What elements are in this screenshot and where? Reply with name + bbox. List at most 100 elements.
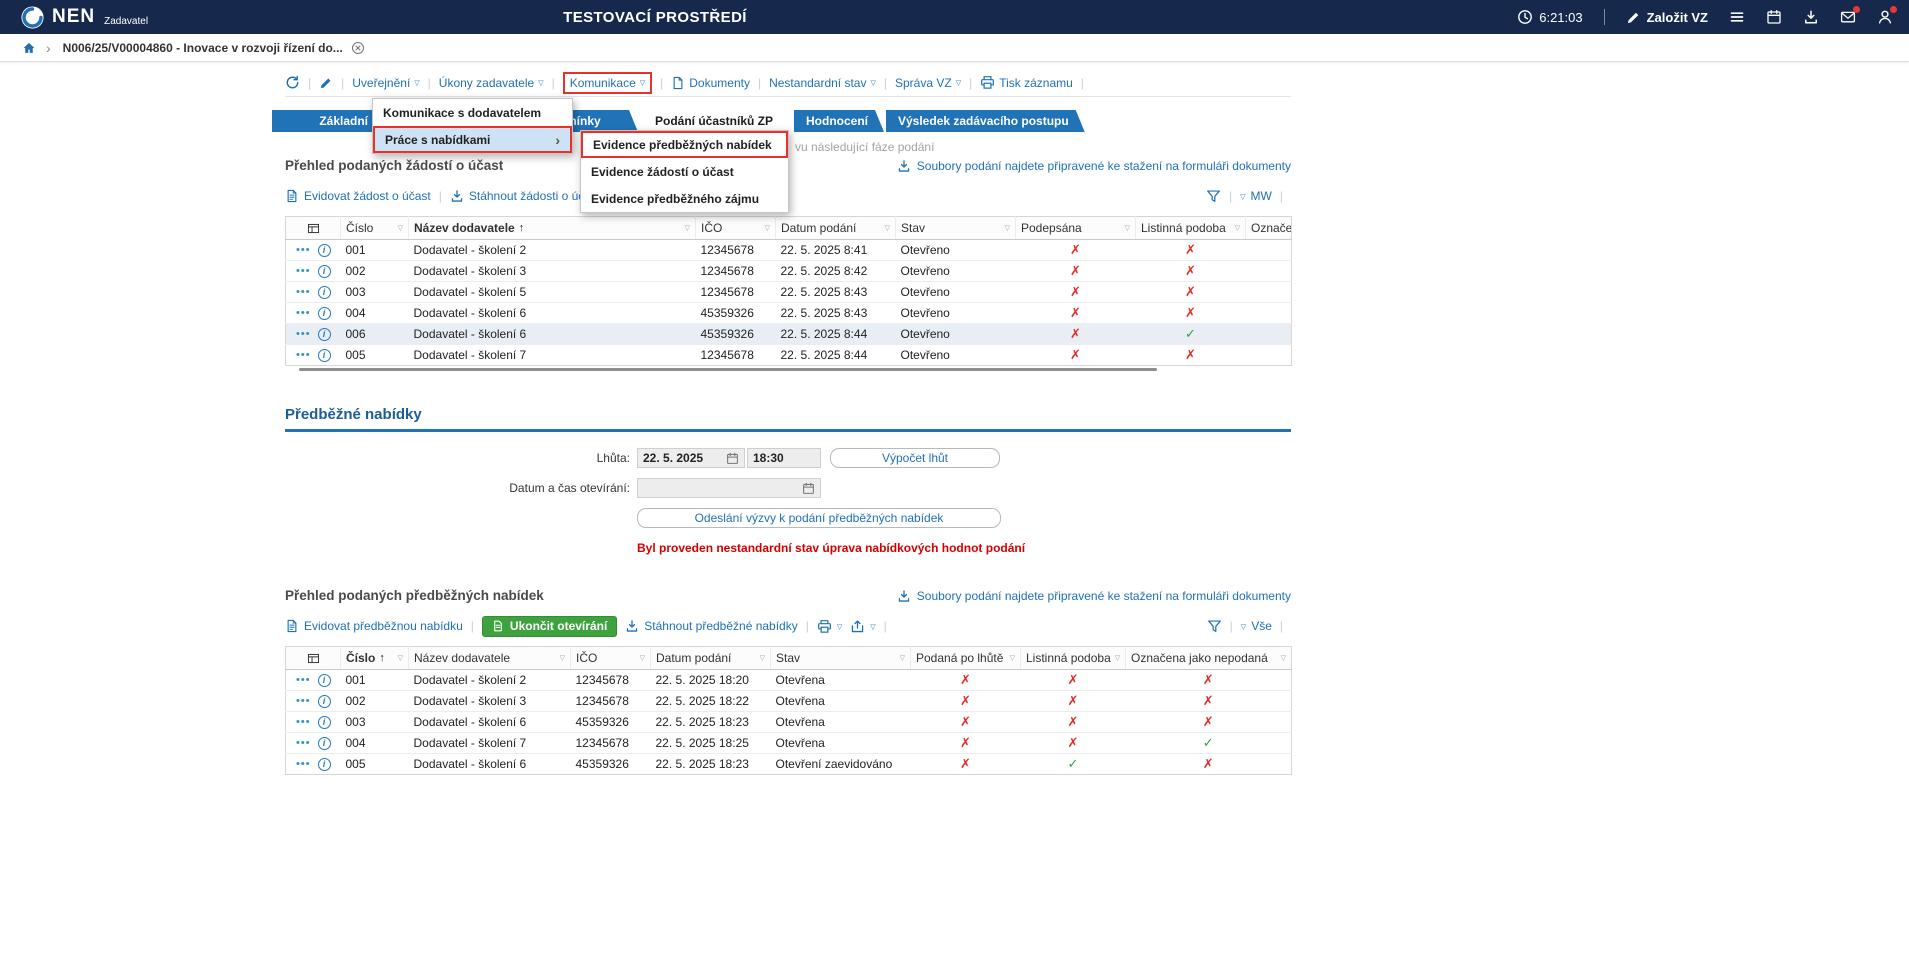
toolbar-dokumenty[interactable]: Dokumenty xyxy=(671,76,750,90)
breadcrumb-item[interactable]: N006/25/V00004860 - Inovace v rozvoji ří… xyxy=(63,41,343,55)
table-row[interactable]: •••i 004 Dodavatel - školení 6 45359326 … xyxy=(286,303,1292,324)
calendar-icon[interactable] xyxy=(726,452,739,465)
row-info-icon[interactable]: i xyxy=(318,349,331,362)
print-grid-action[interactable]: ▽ xyxy=(817,619,842,634)
calendar-icon[interactable] xyxy=(802,482,815,495)
col-listinna-podoba[interactable]: Listinná podoba▽ xyxy=(1021,647,1126,670)
filter-triangle-icon[interactable]: ▽ xyxy=(560,654,565,662)
menu-item-prace-s-nabidkami[interactable]: Práce s nabídkami › xyxy=(373,126,572,153)
filter-triangle-icon[interactable]: ▽ xyxy=(685,224,690,232)
table-row[interactable]: •••i 002 Dodavatel - školení 3 12345678 … xyxy=(286,691,1292,712)
row-actions-icon[interactable]: ••• xyxy=(296,266,311,277)
col-ico[interactable]: IČO▽ xyxy=(571,647,651,670)
files-download-link[interactable]: Soubory podání najdete připravené ke sta… xyxy=(897,159,1291,173)
col-nazev-dodavatele[interactable]: Název dodavatele▽ xyxy=(409,647,571,670)
toolbar-ukony-zadavatele[interactable]: Úkony zadavatele▽ xyxy=(439,76,544,90)
row-info-icon[interactable]: i xyxy=(318,716,331,729)
files-download-link[interactable]: Soubory podání najdete připravené ke sta… xyxy=(897,589,1291,603)
download-requests-action[interactable]: Stáhnout žádosti o účast xyxy=(450,189,600,203)
row-actions-icon[interactable]: ••• xyxy=(296,329,311,340)
toolbar-tisk-zaznamu[interactable]: Tisk záznamu xyxy=(980,75,1073,90)
tab-hodnoceni[interactable]: Hodnocení xyxy=(794,110,884,132)
history-icon[interactable] xyxy=(285,75,300,90)
deadline-date-input[interactable] xyxy=(643,451,722,465)
tab-podani-ucastniku-zp[interactable]: Podání účastníků ZP xyxy=(640,110,792,132)
messages-button[interactable] xyxy=(1840,9,1856,25)
downloads-button[interactable] xyxy=(1803,9,1819,25)
col-nazev-dodavatele[interactable]: Název dodavatele↑▽ xyxy=(409,217,696,240)
row-info-icon[interactable]: i xyxy=(318,328,331,341)
row-actions-icon[interactable]: ••• xyxy=(296,675,311,686)
col-cislo[interactable]: Číslo▽ xyxy=(341,217,409,240)
table-row[interactable]: •••i 003 Dodavatel - školení 6 45359326 … xyxy=(286,712,1292,733)
col-stav[interactable]: Stav▽ xyxy=(896,217,1016,240)
menu-button[interactable] xyxy=(1729,9,1745,25)
col-podepsana[interactable]: Podepsána▽ xyxy=(1016,217,1136,240)
column-chooser-icon[interactable] xyxy=(286,217,341,240)
row-info-icon[interactable]: i xyxy=(318,695,331,708)
view-selector[interactable]: ▽MW xyxy=(1240,189,1272,203)
breadcrumb-close-icon[interactable] xyxy=(351,41,365,55)
toolbar-sprava-vz[interactable]: Správa VZ▽ xyxy=(895,76,961,90)
filter-triangle-icon[interactable]: ▽ xyxy=(1010,654,1015,662)
calendar-button[interactable] xyxy=(1766,9,1782,25)
filter-triangle-icon[interactable]: ▽ xyxy=(1281,654,1286,662)
filter-triangle-icon[interactable]: ▽ xyxy=(885,224,890,232)
nen-logo[interactable]: NEN Zadavatel xyxy=(20,5,148,30)
col-podana-po-lhute[interactable]: Podaná po lhůtě▽ xyxy=(911,647,1021,670)
row-info-icon[interactable]: i xyxy=(318,265,331,278)
row-info-icon[interactable]: i xyxy=(318,286,331,299)
row-info-icon[interactable]: i xyxy=(318,758,331,771)
row-info-icon[interactable]: i xyxy=(318,737,331,750)
create-vz-button[interactable]: Založit VZ xyxy=(1626,10,1708,25)
deadline-time-input[interactable] xyxy=(753,451,815,465)
row-info-icon[interactable]: i xyxy=(318,674,331,687)
row-actions-icon[interactable]: ••• xyxy=(296,308,311,319)
filter-triangle-icon[interactable]: ▽ xyxy=(640,654,645,662)
row-actions-icon[interactable]: ••• xyxy=(296,738,311,749)
profile-button[interactable] xyxy=(1877,9,1893,25)
table-row[interactable]: •••i 005 Dodavatel - školení 7 12345678 … xyxy=(286,345,1292,366)
home-icon[interactable] xyxy=(22,41,36,55)
row-actions-icon[interactable]: ••• xyxy=(296,287,311,298)
row-actions-icon[interactable]: ••• xyxy=(296,759,311,770)
filter-triangle-icon[interactable]: ▽ xyxy=(1235,224,1240,232)
table-row[interactable]: •••i 002 Dodavatel - školení 3 12345678 … xyxy=(286,261,1292,282)
col-ico[interactable]: IČO▽ xyxy=(696,217,776,240)
col-oznacena[interactable]: Označe xyxy=(1246,217,1292,240)
export-grid-action[interactable]: ▽ xyxy=(850,619,875,634)
table-row[interactable]: •••i 003 Dodavatel - školení 5 12345678 … xyxy=(286,282,1292,303)
col-listinna-podoba[interactable]: Listinná podoba▽ xyxy=(1136,217,1246,240)
menu-item-komunikace-s-dodavatelem[interactable]: Komunikace s dodavatelem xyxy=(373,99,572,126)
toolbar-uverejneni[interactable]: Uveřejnění▽ xyxy=(352,76,419,90)
table-row[interactable]: •••i 005 Dodavatel - školení 6 45359326 … xyxy=(286,754,1292,775)
table-row[interactable]: •••i 006 Dodavatel - školení 6 45359326 … xyxy=(286,324,1292,345)
col-datum-podani[interactable]: Datum podání▽ xyxy=(776,217,896,240)
view-selector[interactable]: ▽Vše xyxy=(1241,619,1272,633)
filter-triangle-icon[interactable]: ▽ xyxy=(398,224,403,232)
submenu-item-evidence-predbeznych-nabidek[interactable]: Evidence předběžných nabídek xyxy=(581,131,788,158)
col-stav[interactable]: Stav▽ xyxy=(771,647,911,670)
row-actions-icon[interactable]: ••• xyxy=(296,696,311,707)
register-bid-action[interactable]: Evidovat předběžnou nabídku xyxy=(285,619,463,633)
toolbar-komunikace[interactable]: Komunikace▽ xyxy=(563,72,652,94)
filter-triangle-icon[interactable]: ▽ xyxy=(760,654,765,662)
filter-triangle-icon[interactable]: ▽ xyxy=(900,654,905,662)
column-chooser-icon[interactable] xyxy=(286,647,341,670)
filter-triangle-icon[interactable]: ▽ xyxy=(1005,224,1010,232)
send-call-button[interactable]: Odeslání výzvy k podání předběžných nabí… xyxy=(637,508,1001,528)
filter-triangle-icon[interactable]: ▽ xyxy=(765,224,770,232)
download-bids-action[interactable]: Stáhnout předběžné nabídky xyxy=(625,619,797,633)
row-actions-icon[interactable]: ••• xyxy=(296,245,311,256)
filter-triangle-icon[interactable]: ▽ xyxy=(1115,654,1120,662)
table-row[interactable]: •••i 001 Dodavatel - školení 2 12345678 … xyxy=(286,240,1292,261)
table-row[interactable]: •••i 001 Dodavatel - školení 2 12345678 … xyxy=(286,670,1292,691)
calc-deadlines-button[interactable]: Výpočet lhůt xyxy=(830,448,1000,468)
filter-triangle-icon[interactable]: ▽ xyxy=(398,654,403,662)
submenu-item-evidence-predbezneho-zajmu[interactable]: Evidence předběžného zájmu xyxy=(581,185,788,212)
edit-record-icon[interactable] xyxy=(319,76,333,90)
filter-icon[interactable] xyxy=(1207,619,1222,634)
filter-icon[interactable] xyxy=(1206,189,1221,204)
finish-opening-button[interactable]: Ukončit otevírání xyxy=(482,616,617,637)
submenu-item-evidence-zadosti-o-ucast[interactable]: Evidence žádostí o účast xyxy=(581,158,788,185)
